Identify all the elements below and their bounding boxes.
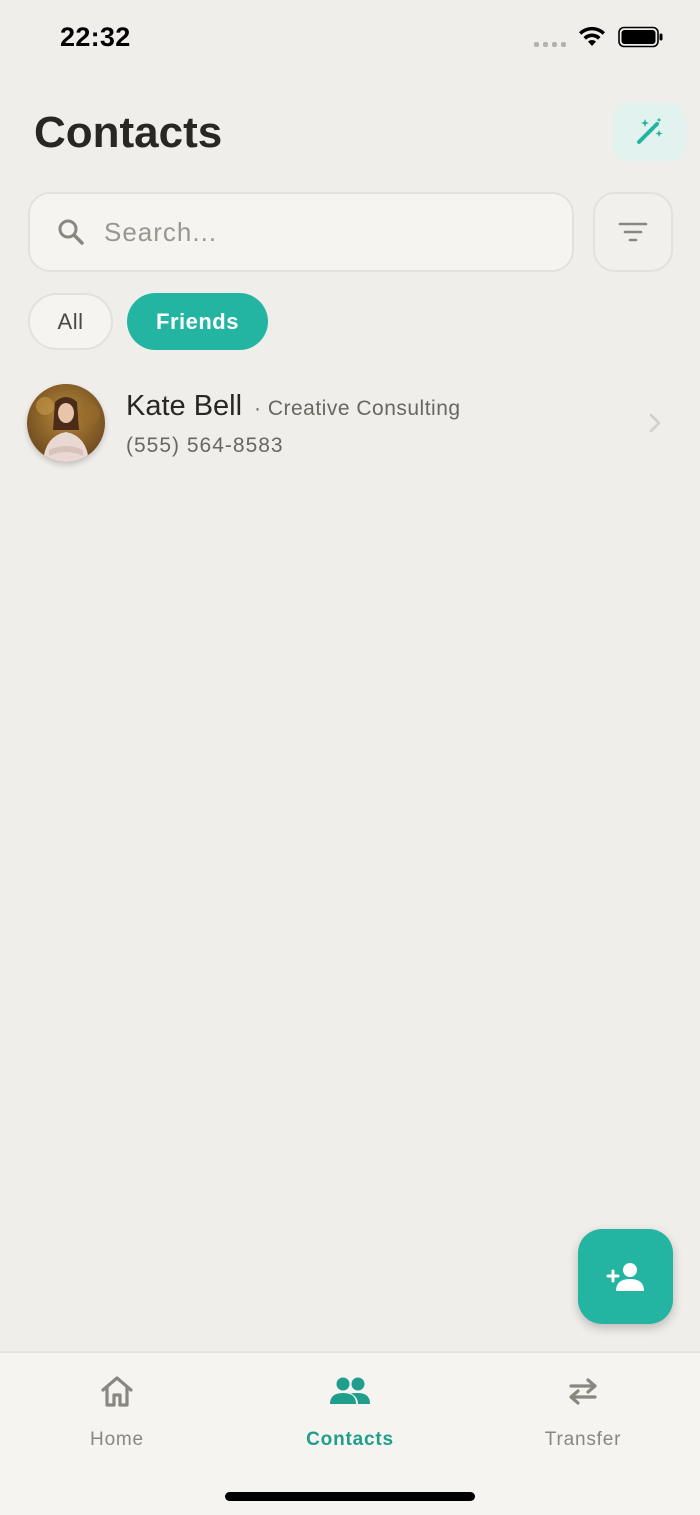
magic-wand-icon [637, 117, 663, 144]
wifi-icon [579, 26, 605, 46]
cellular-signal-icon [534, 41, 566, 47]
status-time: 22:32 [60, 22, 131, 52]
search-bar[interactable] [28, 192, 574, 272]
magic-button[interactable] [612, 103, 686, 161]
nav-item-contacts[interactable]: Contacts [233, 1353, 467, 1463]
page-title: Contacts [34, 108, 223, 157]
nav-item-home[interactable]: Home [0, 1353, 234, 1463]
add-contact-button[interactable] [578, 1229, 673, 1324]
contact-company: · Creative Consulting [254, 397, 461, 420]
nav-item-transfer[interactable]: Transfer [466, 1353, 700, 1463]
nav-label-transfer: Transfer [544, 1429, 622, 1450]
list-item[interactable]: Kate Bell · Creative Consulting (555) 56… [0, 378, 700, 468]
bottom-nav: Home Contacts Transfer [0, 1351, 700, 1515]
avatar [27, 384, 105, 462]
contact-name: Kate Bell [126, 390, 243, 422]
chevron-right-icon [649, 413, 661, 433]
contact-phone: (555) 564-8583 [126, 434, 284, 457]
chip-friends[interactable]: Friends [127, 293, 268, 350]
swap-arrows-icon [565, 1371, 601, 1411]
nav-label-home: Home [90, 1429, 144, 1450]
nav-label-contacts: Contacts [306, 1429, 394, 1450]
home-icon [99, 1371, 135, 1411]
search-input[interactable] [104, 216, 524, 248]
chip-all[interactable]: All [28, 293, 113, 350]
filter-chips: All Friends [28, 293, 268, 350]
add-person-icon [606, 1262, 644, 1291]
status-bar: 22:32 [0, 0, 700, 80]
people-icon [329, 1371, 371, 1411]
search-icon [56, 217, 86, 247]
filter-icon [618, 222, 648, 242]
home-indicator [225, 1492, 475, 1501]
status-icons [534, 26, 664, 48]
battery-icon [618, 26, 663, 48]
filter-button[interactable] [593, 192, 673, 272]
